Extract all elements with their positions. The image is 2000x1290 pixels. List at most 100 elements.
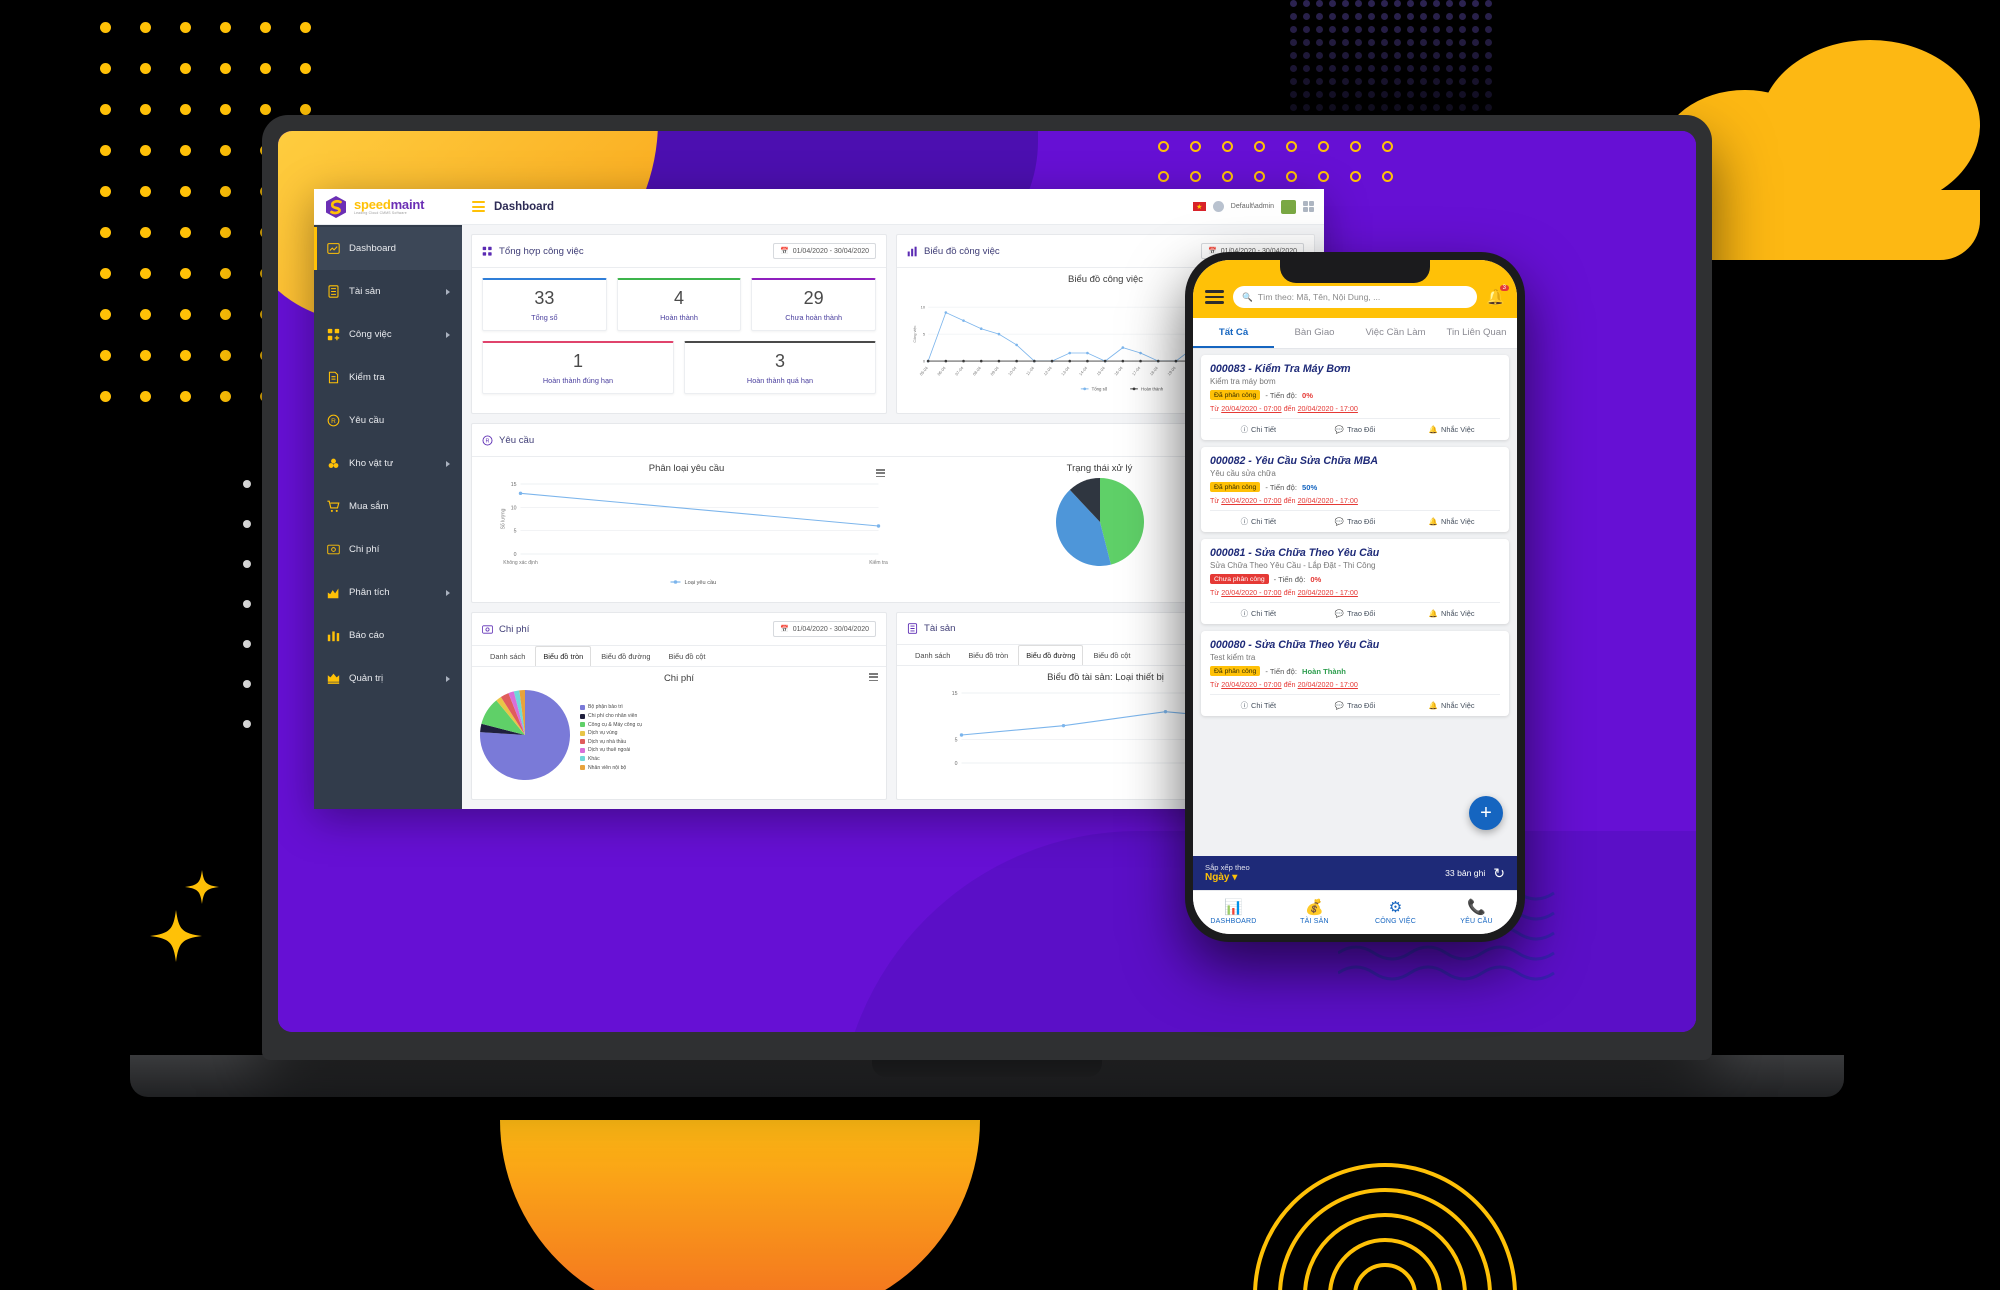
tab-biểu-đồ-đường[interactable]: Biểu đồ đường [1018,645,1084,665]
svg-text:Kiểm tra: Kiểm tra [869,559,888,566]
language-flag-icon[interactable] [1192,202,1206,211]
action-label: Nhắc Việc [1441,517,1475,526]
action-trao-đổi[interactable]: 💬 Trao Đổi [1307,695,1404,716]
legend-item[interactable]: Bộ phận bảo trì [580,704,642,710]
action-nhắc-việc[interactable]: 🔔 Nhắc Việc [1403,695,1500,716]
sidebar-item-tài-sản[interactable]: Tài sản [314,270,462,313]
legend-label: Chi phí cho nhân viên [588,713,638,720]
action-trao-đổi[interactable]: 💬 Trao Đổi [1307,603,1404,624]
bottom-nav-tài-sản[interactable]: 💰 TÀI SẢN [1274,898,1355,925]
sidebar-item-mua-sắm[interactable]: Mua sắm [314,485,462,528]
brand-logo[interactable]: speedmaint Leading Cloud CMMS Software [314,189,462,225]
tab-biểu-đồ-tròn[interactable]: Biểu đồ tròn [960,645,1016,665]
legend-item[interactable]: Chi phí cho nhân viên [580,713,642,719]
legend-label: Bộ phận bảo trì [588,704,623,711]
legend-item[interactable]: Dịch vụ thuê ngoài [580,747,642,753]
action-chi-tiết[interactable]: ⓘ Chi Tiết [1210,419,1307,440]
dollar-icon: 💰 [1305,899,1324,916]
user-name: Default\admin [1230,203,1274,210]
chart-menu-icon[interactable] [876,469,885,478]
phone-tab-việc-cần-làm[interactable]: Việc Cần Làm [1355,318,1436,348]
date-range-picker[interactable]: 📅 01/04/2020 - 30/04/2020 [772,243,876,259]
phone-tab-tất-cả[interactable]: Tất Cả [1193,318,1274,348]
date-range-picker[interactable]: 📅 01/04/2020 - 30/04/2020 [772,621,876,637]
task-card[interactable]: 000082 - Yêu Cầu Sửa Chữa MBA Yêu cầu sửa… [1201,447,1509,532]
action-icon: 🔔 [1428,701,1438,710]
tab-danh-sách[interactable]: Danh sách [482,646,533,666]
legend-item[interactable]: Nhân viên nội bộ [580,765,642,771]
sidebar-item-công-việc[interactable]: Công việc [314,313,462,356]
user-thumbnail[interactable] [1281,199,1296,214]
phone-search-bar[interactable]: 🔍 Tìm theo: Mã, Tên, Nội Dung, ... [1233,286,1478,308]
tab-biểu-đồ-đường[interactable]: Biểu đồ đường [593,646,658,666]
action-nhắc-việc[interactable]: 🔔 Nhắc Việc [1403,419,1500,440]
task-card[interactable]: 000083 - Kiểm Tra Máy Bơm Kiểm tra máy bơ… [1201,355,1509,440]
action-icon: 🔔 [1428,517,1438,526]
progress-value: Hoàn Thành [1302,666,1346,676]
card-title: Biểu đồ công việc [924,245,1000,257]
sidebar-item-kiểm-tra[interactable]: Kiểm tra [314,356,462,399]
task-card[interactable]: 000081 - Sửa Chữa Theo Yêu Cầu Sửa Chữa T… [1201,539,1509,624]
card-title: Tổng hợp công việc [499,245,584,257]
tab-biểu-đồ-cột[interactable]: Biểu đồ cột [660,646,713,666]
svg-text:05-04: 05-04 [918,365,929,377]
chart-menu-icon[interactable] [869,673,878,682]
sidebar-item-kho-vật-tư[interactable]: Kho vật tư [314,442,462,485]
bottom-nav-yêu-cầu[interactable]: 📞 YÊU CẦU [1436,898,1517,925]
task-subtitle: Test kiểm tra [1210,653,1256,662]
menu-toggle-button[interactable] [472,201,485,212]
tab-biểu-đồ-tròn[interactable]: Biểu đồ tròn [535,646,592,666]
action-chi-tiết[interactable]: ⓘ Chi Tiết [1210,695,1307,716]
phone-menu-button[interactable] [1205,290,1224,304]
phone-tab-bàn-giao[interactable]: Bàn Giao [1274,318,1355,348]
chevron-right-icon [446,589,450,596]
action-label: Chi Tiết [1251,701,1277,710]
stat-tile[interactable]: 29 Chưa hoàn thành [751,278,877,331]
sidebar-item-label: Báo cáo [349,630,385,641]
chart-title: Chi phí [663,673,695,684]
stat-tile[interactable]: 1 Hoàn thành đúng hạn [482,340,674,394]
tab-danh-sách[interactable]: Danh sách [907,645,958,665]
action-nhắc-việc[interactable]: 🔔 Nhắc Việc [1403,511,1500,532]
stat-tile[interactable]: 33 Tổng số [482,278,607,331]
action-trao-đổi[interactable]: 💬 Trao Đổi [1307,419,1404,440]
legend-item[interactable]: Dịch vụ nhà thầu [580,739,642,745]
phone-bottom-nav: 📊 DASHBOARD 💰 TÀI SẢN ⚙ CÔNG VIỆC 📞 YÊU CẦU [1193,890,1517,934]
action-chi-tiết[interactable]: ⓘ Chi Tiết [1210,603,1307,624]
sidebar-item-quản-trị[interactable]: Quản trị [314,657,462,700]
add-button-fab[interactable]: + [1469,796,1503,830]
sidebar-item-chi-phí[interactable]: Chi phí [314,528,462,571]
sidebar-item-báo-cáo[interactable]: Báo cáo [314,614,462,657]
action-label: Chi Tiết [1251,609,1277,618]
action-nhắc-việc[interactable]: 🔔 Nhắc Việc [1403,603,1500,624]
sidebar-item-dashboard[interactable]: Dashboard [314,227,462,270]
stat-tile[interactable]: 3 Hoàn thành quá hạn [684,340,876,394]
stat-tile[interactable]: 4 Hoàn thành [616,278,742,331]
from-label: Từ [1210,496,1220,505]
phone-tab-tin-liên-quan[interactable]: Tin Liên Quan [1436,318,1517,348]
task-card[interactable]: 000080 - Sửa Chữa Theo Yêu Cầu Test kiểm … [1201,631,1509,716]
app-topbar: speedmaint Leading Cloud CMMS Software D… [314,189,1324,225]
sort-value[interactable]: Ngày ▾ [1205,872,1250,883]
action-trao-đổi[interactable]: 💬 Trao Đổi [1307,511,1404,532]
legend-label: Nhân viên nội bộ [588,764,627,771]
notification-bell-icon[interactable]: 🔔 3 [1486,285,1509,306]
legend-item[interactable]: Khác [580,756,642,762]
legend-item[interactable]: Dịch vụ vùng [580,730,642,736]
decorative-star-2 [185,870,219,904]
logo-tagline: Leading Cloud CMMS Software [354,210,407,215]
apps-grid-icon[interactable] [1303,201,1314,212]
action-chi-tiết[interactable]: ⓘ Chi Tiết [1210,511,1307,532]
progress-label: - Tiến độ: [1265,666,1297,676]
sidebar-item-phân-tích[interactable]: Phân tích [314,571,462,614]
refresh-icon[interactable]: ↻ [1493,865,1505,882]
legend-item[interactable]: Công cụ & Máy công cụ [580,722,642,728]
dashboard-icon [326,242,340,256]
sidebar-item-yêu-cầu[interactable]: R Yêu cầu [314,399,462,442]
tab-biểu-đồ-cột[interactable]: Biểu đồ cột [1085,645,1138,665]
bottom-nav-công-việc[interactable]: ⚙ CÔNG VIỆC [1355,898,1436,925]
cmms-app-window: speedmaint Leading Cloud CMMS Software D… [314,189,1324,809]
bottom-nav-dashboard[interactable]: 📊 DASHBOARD [1193,898,1274,925]
avatar[interactable] [1212,201,1224,212]
admin-icon [326,672,340,686]
